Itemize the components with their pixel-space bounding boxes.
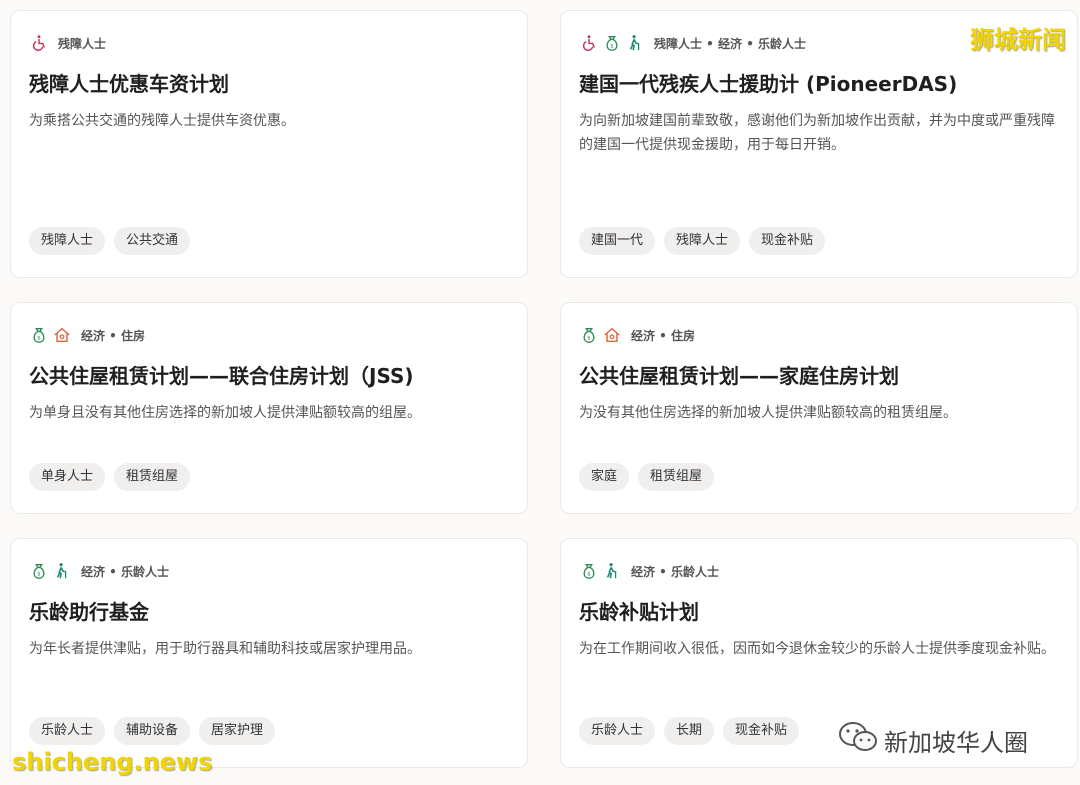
tag-list: 残障人士 公共交通 — [29, 227, 191, 255]
watermark-top-right: 狮城新闻 — [970, 26, 1066, 54]
tag[interactable]: 建国一代 — [579, 227, 656, 255]
category-row: $ 经济 • 乐龄人士 — [579, 559, 1059, 583]
money-bag-icon: $ — [579, 325, 599, 345]
senior-walking-icon — [52, 561, 72, 581]
tag-list: 乐龄人士 长期 现金补贴 — [579, 717, 800, 745]
tag[interactable]: 租赁组屋 — [638, 463, 715, 491]
category-label: 经济 • 乐龄人士 — [81, 564, 170, 579]
category-row: 残障人士 — [29, 31, 509, 55]
category-row: $ 经济 • 乐龄人士 — [29, 559, 509, 583]
scheme-title[interactable]: 残障人士优惠车资计划 — [29, 69, 509, 99]
scheme-description: 为向新加坡建国前辈致敬，感谢他们为新加坡作出贡献，并为中度或严重残障的建国一代提… — [579, 113, 1055, 153]
scheme-title[interactable]: 公共住屋租赁计划——家庭住房计划 — [579, 361, 1059, 391]
svg-text:$: $ — [37, 336, 40, 342]
scheme-card-grid: 残障人士 残障人士优惠车资计划 为乘搭公共交通的残障人士提供车资优惠。 残障人士… — [10, 10, 1078, 768]
category-label: 残障人士 • 经济 • 乐龄人士 — [654, 36, 807, 51]
money-bag-icon: $ — [579, 561, 599, 581]
scheme-description: 为在工作期间收入很低，因而如今退休金较少的乐龄人士提供季度现金补贴。 — [579, 641, 1055, 657]
tag[interactable]: 居家护理 — [199, 717, 276, 745]
scheme-card[interactable]: 残障人士 残障人士优惠车资计划 为乘搭公共交通的残障人士提供车资优惠。 残障人士… — [10, 10, 528, 278]
tag-list: 建国一代 残障人士 现金补贴 — [579, 227, 826, 255]
scheme-card[interactable]: $ 经济 • 乐龄人士 乐龄助行基金 为年长者提供津贴，用于助行器具和辅助科技或… — [10, 538, 528, 768]
scheme-description: 为没有其他住房选择的新加坡人提供津贴额较高的租赁组屋。 — [579, 405, 957, 421]
scheme-title[interactable]: 乐龄补贴计划 — [579, 597, 1059, 627]
scheme-card[interactable]: $ 经济 • 住房 公共住屋租赁计划——联合住房计划（JSS) 为单身且没有其他… — [10, 302, 528, 514]
tag[interactable]: 长期 — [664, 717, 715, 745]
money-bag-icon: $ — [29, 325, 49, 345]
wheelchair-icon — [29, 33, 49, 53]
svg-text:$: $ — [587, 572, 590, 578]
page: 残障人士 残障人士优惠车资计划 为乘搭公共交通的残障人士提供车资优惠。 残障人士… — [0, 0, 1080, 785]
tag[interactable]: 残障人士 — [29, 227, 106, 255]
tag[interactable]: 现金补贴 — [723, 717, 800, 745]
tag-list: 家庭 租赁组屋 — [579, 463, 715, 491]
wechat-watermark: 新加坡华人圈 — [838, 720, 1028, 760]
tag[interactable]: 残障人士 — [664, 227, 741, 255]
scheme-description: 为乘搭公共交通的残障人士提供车资优惠。 — [29, 113, 295, 129]
category-row: $ 经济 • 住房 — [29, 323, 509, 347]
tag[interactable]: 乐龄人士 — [29, 717, 106, 745]
category-label: 残障人士 — [58, 36, 107, 51]
senior-walking-icon — [625, 33, 645, 53]
tag[interactable]: 家庭 — [579, 463, 630, 491]
scheme-description: 为年长者提供津贴，用于助行器具和辅助科技或居家护理用品。 — [29, 641, 421, 657]
tag-list: 单身人士 租赁组屋 — [29, 463, 191, 491]
tag[interactable]: 公共交通 — [114, 227, 191, 255]
tag-list: 乐龄人士 辅助设备 居家护理 — [29, 717, 276, 745]
watermark-bottom-left: shicheng.news — [12, 748, 213, 776]
category-row: $ 经济 • 住房 — [579, 323, 1059, 347]
scheme-title[interactable]: 乐龄助行基金 — [29, 597, 509, 627]
house-icon — [52, 325, 72, 345]
money-bag-icon: $ — [29, 561, 49, 581]
wechat-account-name: 新加坡华人圈 — [884, 728, 1028, 757]
tag[interactable]: 单身人士 — [29, 463, 106, 491]
house-icon — [602, 325, 622, 345]
scheme-title[interactable]: 建国一代残疾人士援助计 (PioneerDAS) — [579, 69, 1059, 99]
svg-text:$: $ — [587, 336, 590, 342]
tag[interactable]: 乐龄人士 — [579, 717, 656, 745]
category-label: 经济 • 住房 — [631, 328, 696, 343]
category-label: 经济 • 住房 — [81, 328, 146, 343]
tag[interactable]: 租赁组屋 — [114, 463, 191, 491]
tag[interactable]: 现金补贴 — [749, 227, 826, 255]
svg-text:$: $ — [610, 44, 613, 50]
scheme-title[interactable]: 公共住屋租赁计划——联合住房计划（JSS) — [29, 361, 509, 391]
scheme-card[interactable]: $ 经济 • 住房 公共住屋租赁计划——家庭住房计划 为没有其他住房选择的新加坡… — [560, 302, 1078, 514]
money-bag-icon: $ — [602, 33, 622, 53]
tag[interactable]: 辅助设备 — [114, 717, 191, 745]
scheme-description: 为单身且没有其他住房选择的新加坡人提供津贴额较高的组屋。 — [29, 405, 421, 421]
senior-walking-icon — [602, 561, 622, 581]
wheelchair-icon — [579, 33, 599, 53]
category-label: 经济 • 乐龄人士 — [631, 564, 720, 579]
wechat-icon — [838, 720, 884, 760]
svg-text:$: $ — [37, 572, 40, 578]
